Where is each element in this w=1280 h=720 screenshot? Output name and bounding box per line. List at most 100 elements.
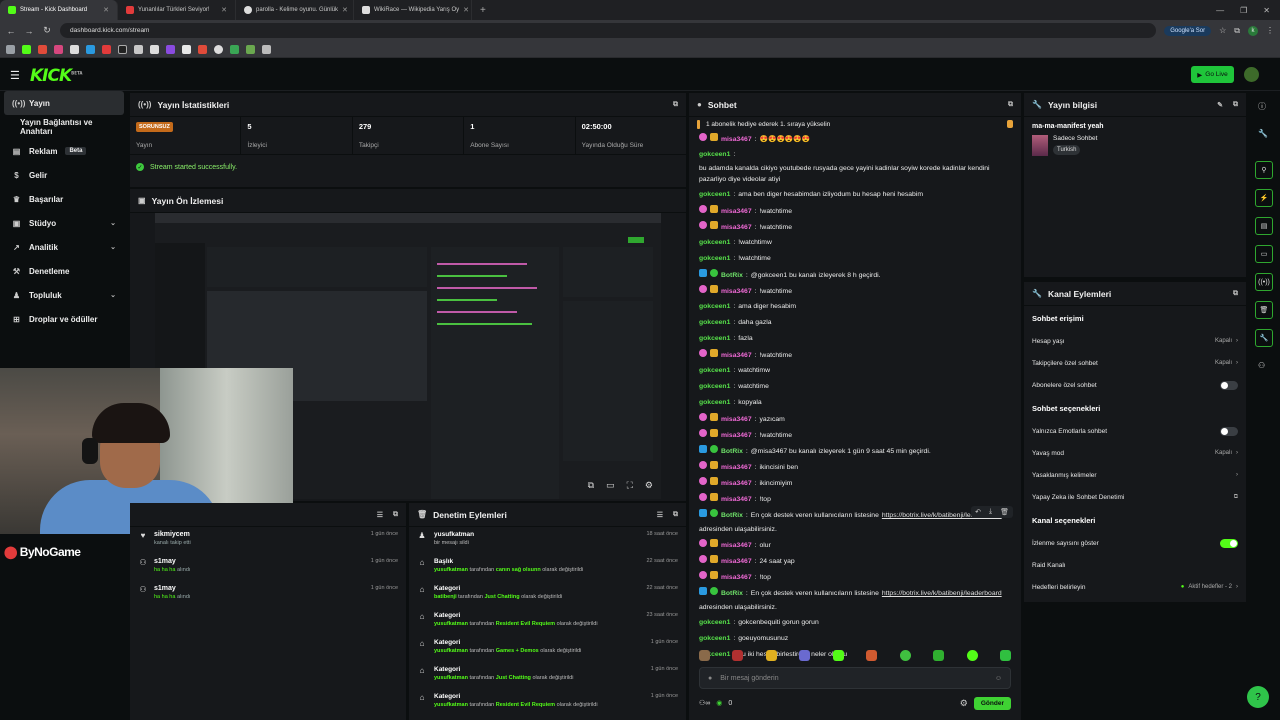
chat-username[interactable]: BotRix: [721, 446, 743, 457]
emote-icon[interactable]: [866, 650, 878, 661]
chat-message[interactable]: BotRix: @misa3467 bu kanalı izleyerek 1 …: [699, 443, 1011, 459]
chat-message[interactable]: misa3467: !watchtime: [699, 203, 1011, 219]
toggle-switch[interactable]: [1220, 426, 1238, 436]
bookmark-apps-icon[interactable]: [6, 44, 15, 54]
chat-message[interactable]: gokceen1: !watchtime: [699, 251, 1011, 267]
bookmark-app-icon[interactable]: [230, 44, 239, 54]
url-field[interactable]: dashboard.kick.com/stream: [60, 23, 1157, 38]
chat-message[interactable]: gokceen1: watchtime: [699, 379, 1011, 395]
chat-message[interactable]: gokceen1: ama ben diger hesabimdan izliy…: [699, 187, 1011, 203]
popout-icon[interactable]: ⧉: [1233, 101, 1238, 109]
bookmark-youtube-icon[interactable]: [102, 44, 111, 54]
moderation-title[interactable]: yusufkatman: [434, 531, 474, 538]
channel-setting-row[interactable]: Yapay Zeka ile Sohbet Denetimi ⧉: [1024, 486, 1246, 508]
emote-icon[interactable]: [799, 650, 811, 661]
chat-message[interactable]: misa3467: 24 saat yap: [699, 553, 1011, 569]
chat-username[interactable]: misa3467: [721, 556, 752, 567]
back-icon[interactable]: ←: [6, 26, 16, 36]
extensions-icon[interactable]: ⧉: [1234, 26, 1240, 36]
emoji-icon[interactable]: ☺: [995, 675, 1002, 682]
close-tab-icon[interactable]: ✕: [103, 6, 109, 14]
chat-username[interactable]: misa3467: [721, 540, 752, 551]
chat-message[interactable]: gokceen1: daha gazla: [699, 315, 1011, 331]
toggle-switch[interactable]: [1220, 538, 1238, 548]
activity-user[interactable]: sikmiycem: [154, 531, 191, 538]
browser-tab-kick[interactable]: Stream - Kick Dashboard ✕: [0, 0, 118, 20]
bookmark-tiktok-icon[interactable]: [118, 44, 127, 54]
popout-icon[interactable]: ⧉: [673, 511, 678, 519]
users-icon[interactable]: ⚇∞: [699, 699, 710, 707]
forward-icon[interactable]: →: [24, 26, 34, 36]
menu-icon[interactable]: ☰: [10, 69, 20, 82]
bookmark-x-icon[interactable]: [70, 44, 79, 54]
bookmark-folder-icon[interactable]: [262, 44, 271, 54]
minimize-icon[interactable]: —: [1216, 6, 1224, 15]
chat-message[interactable]: misa3467: !watchtime: [699, 219, 1011, 235]
chat-username[interactable]: misa3467: [721, 350, 752, 361]
emote-icon[interactable]: [899, 650, 911, 661]
channel-setting-row[interactable]: Yasaklanmış kelimeler ›: [1024, 464, 1246, 486]
filter-icon[interactable]: ☰: [377, 511, 383, 519]
chat-message[interactable]: BotRix: En çok destek veren kullanıcılar…: [699, 507, 1011, 537]
bookmark-messenger-icon[interactable]: [86, 44, 95, 54]
activity-user[interactable]: s1may: [154, 585, 190, 592]
chat-username[interactable]: gokceen1: [699, 617, 730, 628]
chat-message[interactable]: gokceen1: goeuyomusunuz: [699, 631, 1011, 647]
info-icon[interactable]: ⓘ: [1258, 101, 1266, 112]
chat-message[interactable]: gokceen1: !watchtimw: [699, 235, 1011, 251]
bookmark-app-icon[interactable]: [246, 44, 255, 54]
chat-message[interactable]: misa3467: olur: [699, 537, 1011, 553]
chat-username[interactable]: misa3467: [721, 462, 752, 473]
channel-setting-row[interactable]: Abonelere özel sohbet: [1024, 374, 1246, 396]
bookmark-app-icon[interactable]: [182, 44, 191, 54]
channel-setting-row[interactable]: Raid Kanalı: [1024, 554, 1246, 576]
browser-tab-parolla[interactable]: parolla - Kelime oyunu. Günlük ✕: [236, 0, 354, 20]
chat-message[interactable]: misa3467: 😍😍😍😍😍😍: [699, 131, 1011, 147]
pip-icon[interactable]: ⧉: [588, 480, 594, 491]
rail-chat-button[interactable]: ▭: [1255, 245, 1273, 263]
chat-message[interactable]: BotRix: @gokceen1 bu kanalı izleyerek 8 …: [699, 267, 1011, 283]
rail-broadcast-button[interactable]: ((•)): [1255, 273, 1273, 291]
sidebar-item-gelir[interactable]: $ Gelir: [0, 163, 128, 187]
sidebar-item-reklam[interactable]: ▤ Reklam Beta: [0, 139, 128, 163]
bookmark-app-icon[interactable]: [198, 44, 207, 54]
go-live-button[interactable]: ▶ Go Live: [1191, 66, 1234, 83]
close-tab-icon[interactable]: ✕: [342, 6, 348, 14]
chat-settings-icon[interactable]: ⚙: [960, 698, 968, 709]
emote-icon[interactable]: [732, 650, 744, 661]
bookmark-instagram-icon[interactable]: [54, 44, 63, 54]
chat-message[interactable]: gokceen1: ama diger hesabim: [699, 299, 1011, 315]
chat-username[interactable]: gokceen1: [699, 237, 730, 248]
chat-username[interactable]: gokceen1: [699, 397, 730, 408]
sidebar-item-basarilar[interactable]: ♛ Başarılar: [0, 187, 128, 211]
channel-setting-row[interactable]: Yavaş mod Kapalı ›: [1024, 442, 1246, 464]
sidebar-item-topluluk[interactable]: ♟ Topluluk ⌄: [0, 283, 128, 307]
chat-username[interactable]: misa3467: [721, 222, 752, 233]
new-tab-icon[interactable]: +: [472, 5, 494, 16]
browser-menu-icon[interactable]: ⋮: [1266, 26, 1274, 35]
chat-message[interactable]: misa3467: !watchtime: [699, 427, 1011, 443]
chat-message[interactable]: misa3467: yazıcam: [699, 411, 1011, 427]
toggle-switch[interactable]: [1220, 380, 1238, 390]
popout-icon[interactable]: ⧉: [1008, 101, 1013, 109]
user-avatar[interactable]: [1244, 67, 1259, 82]
popout-icon[interactable]: ⧉: [393, 511, 398, 519]
emote-icon[interactable]: [699, 650, 710, 661]
reply-icon[interactable]: ↶: [975, 508, 981, 516]
chat-username[interactable]: misa3467: [721, 430, 752, 441]
rail-wrench-button[interactable]: 🔧: [1255, 329, 1273, 347]
bookmark-app-icon[interactable]: [134, 44, 143, 54]
chat-username[interactable]: gokceen1: [699, 381, 730, 392]
emote-icon[interactable]: [832, 650, 844, 661]
maximize-icon[interactable]: ❐: [1240, 6, 1247, 15]
sidebar-item-studyo[interactable]: ▣ Stüdyo ⌄: [0, 211, 128, 235]
chat-username[interactable]: misa3467: [721, 572, 752, 583]
chat-message[interactable]: gokceen1: fazla: [699, 331, 1011, 347]
users-icon[interactable]: ⚇: [1258, 361, 1265, 370]
chat-username[interactable]: misa3467: [721, 478, 752, 489]
channel-setting-row[interactable]: İzlenme sayısını göster: [1024, 532, 1246, 554]
theater-icon[interactable]: ▭: [606, 480, 615, 491]
popout-icon[interactable]: ⧉: [673, 101, 678, 109]
emote-icon[interactable]: [966, 650, 978, 661]
chat-username[interactable]: gokceen1: [699, 189, 730, 200]
